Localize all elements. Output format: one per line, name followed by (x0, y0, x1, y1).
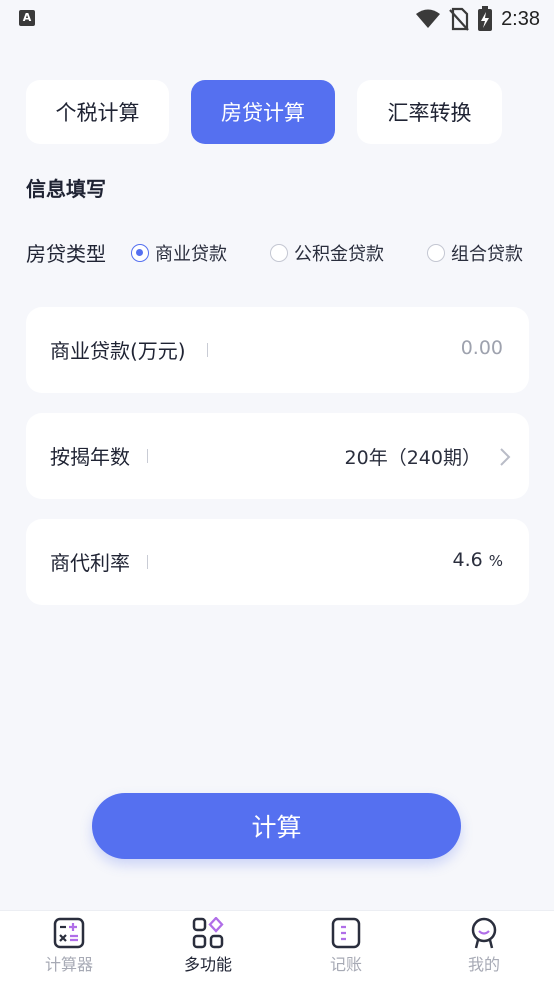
tab-label: 汇率转换 (387, 101, 472, 125)
radio-unchecked-icon (427, 244, 445, 262)
nav-item-calculator[interactable]: 计算器 (19, 917, 119, 975)
tab-exchange-rate[interactable]: 汇率转换 (357, 80, 502, 144)
mortgage-years-card[interactable]: 按揭年数 20年（240期） (26, 413, 529, 499)
commercial-loan-label: 商业贷款(万元) (50, 339, 186, 363)
radio-provident-fund-loan[interactable]: 公积金贷款 (270, 240, 384, 266)
tab-label: 个税计算 (55, 101, 140, 125)
nav-item-multi-function[interactable]: 多功能 (158, 917, 258, 975)
calculator-icon (53, 917, 85, 949)
interest-rate-value: 4.6 (452, 549, 483, 571)
nav-label: 计算器 (44, 955, 93, 974)
divider (147, 449, 148, 463)
clock: 2:38 (501, 7, 540, 30)
divider (147, 555, 148, 569)
radio-checked-icon (131, 244, 149, 262)
interest-rate-label: 商代利率 (50, 551, 130, 575)
tab-label: 房贷计算 (221, 101, 305, 125)
nav-item-profile[interactable]: 我的 (434, 917, 534, 975)
commercial-loan-input[interactable]: 0.00 (461, 337, 503, 359)
no-sim-icon (449, 7, 469, 31)
radio-combined-loan[interactable]: 组合贷款 (427, 240, 523, 266)
profile-icon (471, 917, 497, 949)
battery-charging-icon (478, 6, 493, 31)
bottom-nav: 计算器 多功能 记账 我的 (0, 910, 554, 985)
percent-unit: % (488, 552, 503, 570)
chevron-right-icon[interactable] (499, 447, 511, 467)
radio-commercial-loan[interactable]: 商业贷款 (131, 240, 227, 266)
mortgage-years-label: 按揭年数 (50, 445, 130, 469)
ledger-icon (331, 917, 361, 949)
tab-income-tax[interactable]: 个税计算 (26, 80, 169, 144)
nav-label: 记账 (329, 955, 362, 974)
wifi-icon (416, 9, 441, 28)
commercial-loan-card[interactable]: 商业贷款(万元) 0.00 (26, 307, 529, 393)
calculate-button[interactable]: 计算 (92, 793, 461, 859)
nav-label: 多功能 (183, 955, 232, 974)
loan-type-label: 房贷类型 (26, 242, 106, 266)
divider (207, 343, 208, 357)
status-bar: A 2:38 (0, 0, 554, 40)
nav-label: 我的 (467, 955, 500, 974)
tab-mortgage[interactable]: 房贷计算 (191, 80, 335, 144)
mortgage-years-value[interactable]: 20年（240期） (345, 443, 481, 470)
interest-rate-card[interactable]: 商代利率 4.6% (26, 519, 529, 605)
loan-type-row: 房贷类型 商业贷款 公积金贷款 组合贷款 (26, 238, 536, 268)
radio-label: 组合贷款 (451, 244, 523, 265)
section-title: 信息填写 (26, 177, 106, 201)
radio-label: 商业贷款 (155, 244, 227, 265)
radio-label: 公积金贷款 (294, 244, 384, 265)
apps-icon (192, 917, 224, 949)
radio-unchecked-icon (270, 244, 288, 262)
interest-rate-input[interactable]: 4.6% (453, 549, 503, 571)
nav-item-ledger[interactable]: 记账 (296, 917, 396, 975)
app-notification-icon: A (19, 10, 35, 26)
